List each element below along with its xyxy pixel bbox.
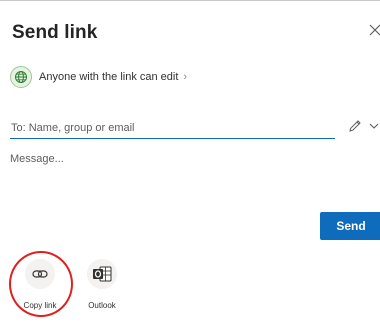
copy-link-icon [25, 259, 55, 289]
permission-label: Anyone with the link can edit [39, 71, 179, 83]
outlook-label: Outlook [88, 301, 116, 310]
globe-icon [10, 66, 32, 88]
dialog-title: Send link [12, 22, 98, 43]
copy-link-label: Copy link [23, 301, 57, 310]
link-permission-selector[interactable]: Anyone with the link can edit › [10, 66, 187, 88]
close-icon[interactable] [368, 23, 380, 37]
copy-link-option[interactable]: Copy link [18, 259, 62, 310]
send-button[interactable]: Send [320, 212, 380, 240]
outlook-icon [87, 259, 117, 289]
recipient-input[interactable] [10, 117, 335, 139]
chevron-right-icon: › [183, 71, 188, 83]
pencil-icon [349, 120, 361, 132]
chevron-down-icon[interactable] [367, 118, 380, 134]
permission-edit-button[interactable] [344, 116, 366, 136]
outlook-option[interactable]: Outlook [80, 259, 124, 310]
send-link-dialog: Send link Anyone with the link can edit … [0, 0, 380, 325]
message-field[interactable] [10, 153, 365, 203]
